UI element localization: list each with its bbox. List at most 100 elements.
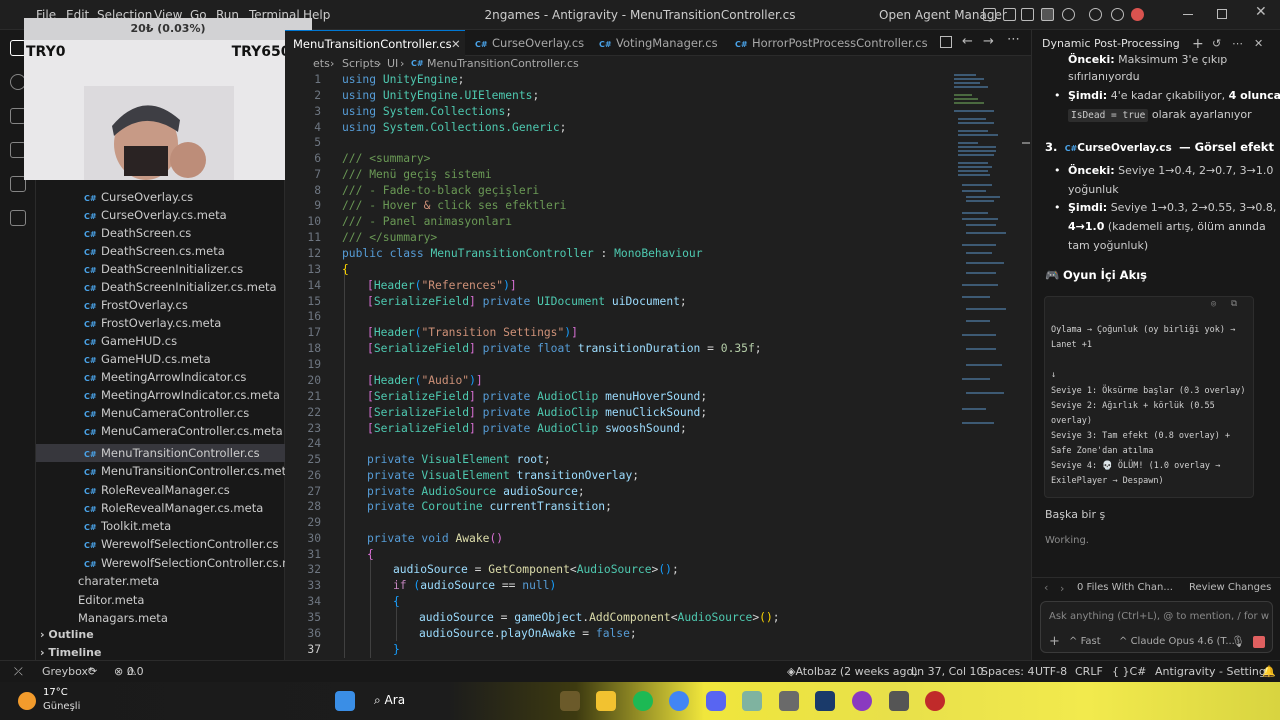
weather-icon[interactable]	[18, 692, 36, 710]
language-mode[interactable]: { } C#	[1112, 661, 1146, 683]
chevron-icon[interactable]: ›	[1060, 582, 1064, 595]
breadcrumb-item[interactable]: UI	[387, 56, 398, 72]
minimize-icon[interactable]	[1183, 14, 1193, 15]
file-explorer-icon[interactable]	[596, 691, 616, 711]
app-icon[interactable]	[560, 691, 580, 711]
avatar[interactable]	[1131, 8, 1144, 21]
more-actions-icon[interactable]: ⋯	[1232, 30, 1243, 58]
indentation[interactable]: Spaces: 4	[981, 661, 1034, 683]
blame-info[interactable]: ◈ Atolbaz (2 weeks ago)	[787, 661, 918, 683]
close-panel-icon[interactable]: ✕	[1254, 30, 1263, 58]
file-item[interactable]: C# MeetingArrowIndicator.cs	[36, 368, 285, 386]
file-item[interactable]: C# MeetingArrowIndicator.cs.meta	[36, 386, 285, 404]
breadcrumb-item[interactable]: ets	[313, 56, 330, 72]
spotify-icon[interactable]	[633, 691, 653, 711]
file-item[interactable]: C# FrostOverlay.cs.meta	[36, 314, 285, 332]
chat-input-placeholder[interactable]: Ask anything (Ctrl+L), @ to mention, / f…	[1049, 611, 1269, 622]
antigravity-icon[interactable]	[815, 691, 835, 711]
file-item[interactable]: C# FrostOverlay.cs	[36, 296, 285, 314]
back-arrow-icon[interactable]: ←	[962, 34, 973, 49]
line-ending[interactable]: CRLF	[1075, 661, 1103, 683]
tab-voting-manager[interactable]: C# VotingManager.cs	[591, 30, 725, 56]
file-item[interactable]: C# MenuCameraController.cs	[36, 404, 285, 422]
unity-icon[interactable]	[779, 691, 799, 711]
weather-condition[interactable]: Güneşli	[43, 701, 80, 712]
file-item[interactable]: Editor.meta	[36, 591, 285, 609]
stop-icon[interactable]	[1253, 636, 1265, 648]
cursor-position[interactable]: Ln 37, Col 10	[911, 661, 984, 683]
notifications-icon[interactable]: 🔔	[1262, 661, 1276, 683]
settings-gear-icon[interactable]	[1089, 8, 1102, 21]
chat-input-box[interactable]: Ask anything (Ctrl+L), @ to mention, / f…	[1040, 601, 1273, 653]
more-actions-icon[interactable]: ⋯	[1007, 32, 1020, 47]
file-item[interactable]: C# GameHUD.cs	[36, 332, 285, 350]
code-line: [SerializeField] private AudioClip menuH…	[367, 390, 708, 403]
chrome-icon[interactable]	[669, 691, 689, 711]
copy-icon[interactable]: ⧉	[1231, 299, 1237, 309]
encoding[interactable]: UTF-8	[1035, 661, 1067, 683]
split-editor-icon[interactable]	[940, 36, 952, 48]
start-menu-icon[interactable]	[335, 691, 355, 711]
breadcrumb-item[interactable]: MenuTransitionController.cs	[427, 56, 579, 72]
file-item[interactable]: C# WerewolfSelectionController.cs.meta	[36, 554, 312, 572]
file-item[interactable]: C# Toolkit.meta	[36, 517, 285, 535]
minimap[interactable]	[950, 72, 1031, 660]
code-editor[interactable]: 1 2 3 4 5 6 7 8 9 10 11 12 13 14 15 16 17 18 19 20 21 22 23 24 2…	[285, 72, 950, 660]
sync-icon[interactable]: ⟳	[88, 661, 97, 683]
file-item[interactable]: C# DeathScreen.cs.meta	[36, 242, 285, 260]
sidebar-toggle-icon[interactable]	[1003, 8, 1016, 21]
review-changes-button[interactable]: Review Changes	[1189, 582, 1271, 593]
close-tab-icon[interactable]: ✕	[451, 31, 461, 57]
code-block-line: Seviye 4: 💀 ÖLÜM! (1.0 overlay →	[1051, 461, 1221, 471]
remote-indicator-icon[interactable]: ⤫	[14, 661, 23, 683]
tab-menu-transition-controller[interactable]: MenuTransitionController.cs ✕	[285, 30, 465, 56]
app-icon[interactable]	[852, 691, 872, 711]
extensions-icon[interactable]	[10, 210, 26, 226]
forward-arrow-icon[interactable]: →	[983, 34, 994, 49]
model-selector[interactable]: ^ Claude Opus 4.6 (T...	[1119, 636, 1235, 647]
weather-temp[interactable]: 17°C	[43, 687, 68, 698]
file-item[interactable]: C# DeathScreen.cs	[36, 224, 285, 242]
microphone-icon[interactable]: 🎙	[1231, 635, 1245, 648]
code-line: using UnityEngine;	[342, 73, 465, 86]
tab-horror-post-process[interactable]: C# HorrorPostProcessController.cs	[727, 30, 928, 56]
accounts-icon[interactable]	[1111, 8, 1124, 21]
layout-icon[interactable]	[983, 8, 996, 21]
taskbar-search[interactable]: ⌕ Ara	[374, 693, 405, 708]
outline-section[interactable]: › Outline	[36, 626, 285, 644]
maximize-icon[interactable]	[1217, 9, 1227, 19]
minimap-line	[958, 162, 988, 164]
close-window-icon[interactable]: ✕	[1255, 4, 1267, 20]
tab-curse-overlay[interactable]: C# CurseOverlay.cs	[467, 30, 589, 56]
app-icon[interactable]	[742, 691, 762, 711]
file-item[interactable]: C# RoleRevealManager.cs.meta	[36, 499, 285, 517]
changes-bar: ‹ › 0 Files With Chan... Review Changes	[1032, 577, 1280, 597]
file-item[interactable]: C# GameHUD.cs.meta	[36, 350, 285, 368]
file-item[interactable]: C# CurseOverlay.cs	[36, 188, 285, 206]
mode-selector[interactable]: ^ Fast	[1069, 636, 1101, 647]
chevron-icon[interactable]: ‹	[1044, 581, 1048, 594]
file-item-selected[interactable]: C# MenuTransitionController.cs	[36, 444, 285, 462]
branch-label[interactable]: Greybox*	[42, 661, 93, 683]
file-item[interactable]: C# WerewolfSelectionController.cs	[36, 535, 285, 553]
problems-indicator[interactable]: ⊗ 0 ⚠ 0	[114, 661, 144, 683]
discord-icon[interactable]	[706, 691, 726, 711]
settings-status[interactable]: Antigravity - Settings	[1155, 661, 1272, 683]
file-item[interactable]: C# DeathScreenInitializer.cs.meta	[36, 278, 285, 296]
secondary-sidebar-icon[interactable]	[1041, 8, 1054, 21]
insert-icon[interactable]: ◎	[1211, 299, 1216, 309]
file-item[interactable]: C# MenuCameraController.cs.meta	[36, 422, 285, 440]
file-item[interactable]: C# DeathScreenInitializer.cs	[36, 260, 285, 278]
app-icon[interactable]	[925, 691, 945, 711]
file-item[interactable]: C# CurseOverlay.cs.meta	[36, 206, 285, 224]
file-item[interactable]: Managars.meta	[36, 609, 285, 627]
panel-toggle-icon[interactable]	[1021, 8, 1034, 21]
file-item[interactable]: C# RoleRevealManager.cs	[36, 481, 285, 499]
app-icon[interactable]	[889, 691, 909, 711]
breadcrumb-item[interactable]: Scripts	[342, 56, 380, 72]
file-label: MeetingArrowIndicator.cs.meta	[101, 388, 280, 402]
file-item[interactable]: C# MenuTransitionController.cs.meta	[36, 462, 293, 480]
add-context-icon[interactable]: +	[1049, 634, 1060, 649]
search-icon[interactable]	[1062, 8, 1075, 21]
file-item[interactable]: charater.meta	[36, 572, 285, 590]
